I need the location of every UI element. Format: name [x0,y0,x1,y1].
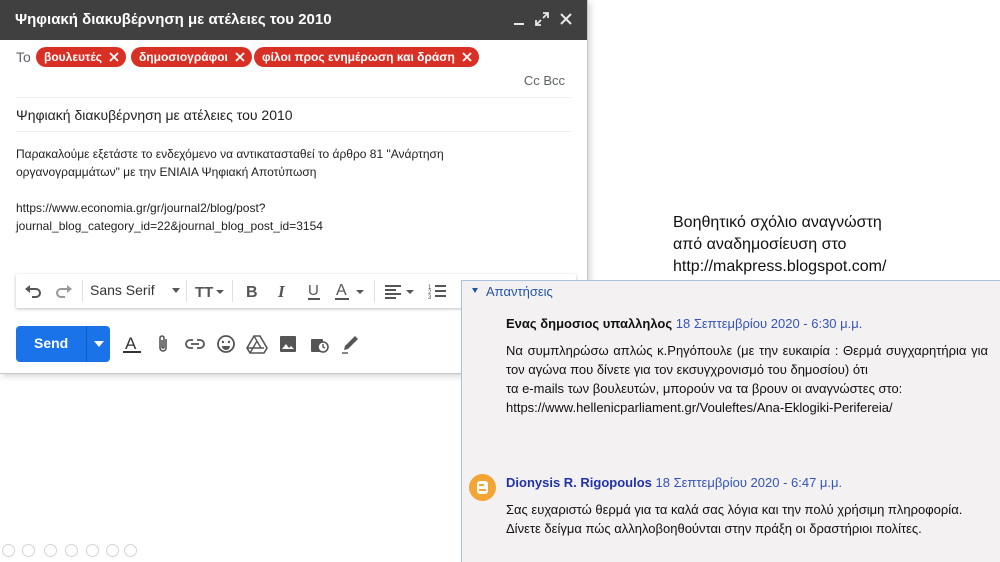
text-color-icon[interactable]: A [332,281,368,301]
svg-text:A: A [125,334,137,353]
formatting-options-icon[interactable]: A [120,333,144,355]
cc-bcc-link[interactable]: Cc Bcc [524,73,565,88]
separator [82,280,83,302]
annotation-link: http://makpress.blogspot.com/ [673,258,887,275]
align-icon[interactable] [382,281,416,301]
comment-body: Σας ευχαριστώ θερμά για τα καλά σας λόγι… [506,500,988,538]
font-select[interactable]: Sans Serif [90,282,181,298]
remove-icon[interactable] [108,51,120,63]
recipient-label: βουλευτές [44,50,103,64]
svg-text:U: U [308,282,319,299]
previous-icon[interactable] [2,544,15,557]
separator [232,280,233,302]
comment-text: Σας ευχαριστώ θερμά για τα καλά σας λόγι… [506,502,963,517]
separator [186,280,187,302]
send-options-icon[interactable] [94,341,104,347]
recipient-chip[interactable]: δημοσιογράφοι [131,47,252,67]
screen-icon[interactable] [106,544,119,557]
pen-icon[interactable] [44,544,57,557]
chevron-down-icon [172,288,181,293]
svg-text:TT: TT [195,284,213,301]
attach-icon[interactable] [152,333,176,355]
divider [16,131,571,132]
recipient-label: φίλοι προς ενημέρωση και δράση [262,50,455,64]
blogger-avatar-icon [469,474,496,501]
bold-icon[interactable]: B [241,281,263,301]
svg-text:A: A [336,282,347,299]
screenshot: Ψηφιακή διακυβέρνηση με ατέλειες του 201… [0,0,1000,562]
next-icon[interactable] [22,544,35,557]
separator [374,280,375,302]
comment-text: Δίνετε δείγμα πώς αλληλοβοηθούνται στην … [506,521,922,536]
comment-date[interactable]: 18 Σεπτεμβρίου 2020 - 6:30 μ.μ. [676,316,863,331]
more-icon[interactable] [124,544,137,557]
svg-text:B: B [246,284,258,301]
slide-controls [2,544,142,558]
to-label: To [16,49,31,65]
comment-text: https://www.hellenicparliament.gr/Voulef… [506,400,893,415]
image-icon[interactable] [276,333,300,355]
comment-text: τα e-mails των βουλευτών, μπορούν να τα … [506,381,903,396]
collapse-icon [472,288,478,293]
replies-toggle[interactable]: Απαντήσεις [472,284,553,299]
comment-author-link[interactable]: Dionysis R. Rigopoulos [506,475,652,490]
numbered-list-icon[interactable]: 123 [426,281,448,301]
comment-date[interactable]: 18 Σεπτεμβρίου 2020 - 6:47 μ.μ. [656,475,843,490]
annotation: Βοηθητικό σχόλιο αναγνώστη από αναδημοσί… [673,212,886,278]
separator [86,326,87,362]
undo-icon[interactable] [22,281,44,301]
signature-icon[interactable] [338,333,362,355]
drive-icon[interactable] [245,333,269,355]
comment-text: Να συμπληρώσω απλώς κ.Ρηγόπουλε (με την … [506,343,988,377]
subject-field[interactable]: Ψηφιακή διακυβέρνηση με ατέλειες του 201… [16,107,293,123]
remove-icon[interactable] [234,51,246,63]
body-line: οργανογραμμάτων" με την ΕΝΙΑΙΑ Ψηφιακή Α… [16,165,317,179]
recipient-chip[interactable]: βουλευτές [36,47,127,67]
body-link: https://www.economia.gr/gr/journal2/blog… [16,201,266,215]
zoom-icon[interactable] [86,544,99,557]
fullscreen-icon[interactable] [533,10,551,28]
link-icon[interactable] [183,333,207,355]
recipient-label: δημοσιογράφοι [139,50,228,64]
svg-text:3: 3 [428,295,432,301]
divider [16,97,571,98]
remove-icon[interactable] [461,51,473,63]
minimize-icon[interactable] [510,10,528,28]
replies-panel: Απαντήσεις Ενας δημοσιος υπαλληλος 18 Σε… [461,280,1000,562]
compose-header: Ψηφιακή διακυβέρνηση με ατέλειες του 201… [0,0,587,40]
comment: Dionysis R. Rigopoulos 18 Σεπτεμβρίου 20… [506,473,988,538]
message-body[interactable]: Παρακαλούμε εξετάστε το ενδεχόμενο να αν… [16,145,571,235]
compose-title: Ψηφιακή διακυβέρνηση με ατέλειες του 201… [15,11,332,28]
slides-icon[interactable] [65,544,78,557]
recipient-chip[interactable]: φίλοι προς ενημέρωση και δράση [254,47,479,67]
text-size-icon[interactable]: TT [194,281,226,301]
comment: Ενας δημοσιος υπαλληλος 18 Σεπτεμβρίου 2… [506,314,988,417]
comment-author: Ενας δημοσιος υπαλληλος [506,316,673,331]
body-link: journal_blog_category_id=22&journal_blog… [16,219,323,233]
comment-body: Να συμπληρώσω απλώς κ.Ρηγόπουλε (με την … [506,341,988,417]
annotation-line: από αναδημοσίευση στο [673,236,847,253]
replies-heading: Απαντήσεις [486,284,553,299]
underline-icon[interactable]: U [303,281,325,301]
close-icon[interactable] [557,10,575,28]
redo-icon[interactable] [53,281,75,301]
italic-icon[interactable]: I [271,281,293,301]
body-line: Παρακαλούμε εξετάστε το ενδεχόμενο να αν… [16,147,444,161]
font-label: Sans Serif [90,282,155,298]
confidential-mode-icon[interactable] [307,333,331,355]
to-row: To βουλευτές δημοσιογράφοι φίλοι προς εν… [16,46,576,68]
send-button[interactable]: Send [16,326,110,362]
svg-text:I: I [277,282,286,301]
send-label: Send [34,335,69,351]
annotation-line: Βοηθητικό σχόλιο αναγνώστη [673,214,882,231]
emoji-icon[interactable] [214,333,238,355]
